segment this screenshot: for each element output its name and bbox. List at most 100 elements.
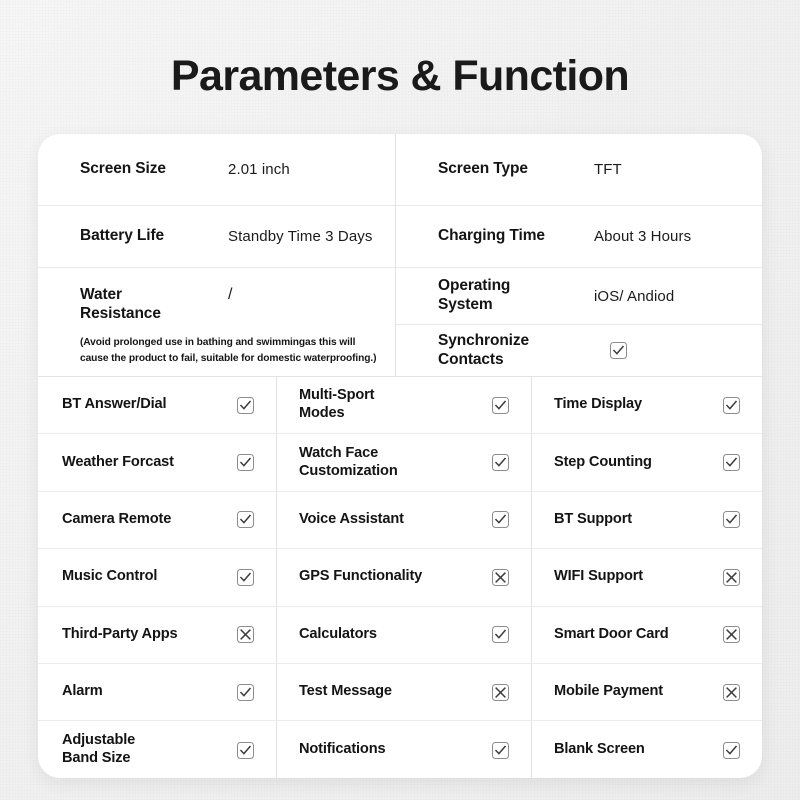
spec-card: Screen Size 2.01 inch Battery Life Stand… — [38, 134, 762, 778]
feature-label: Mobile Payment — [554, 683, 663, 700]
spec-label-screen-size: Screen Size — [80, 160, 166, 178]
feature-cell[interactable]: Adjustable Band Size — [38, 721, 277, 778]
spec-row-screen-size: Screen Size 2.01 inch — [38, 134, 395, 206]
spec-row-battery-life: Battery Life Standby Time 3 Days — [38, 206, 395, 268]
feature-row: Camera Remote Voice Assistant BT Support — [38, 491, 762, 550]
spec-value-screen-type: TFT — [594, 161, 622, 178]
page-title: Parameters & Function — [170, 52, 630, 100]
feature-cell[interactable]: Alarm — [38, 663, 277, 721]
spec-row-water-resistance: Water Resistance / (Avoid prolonged use … — [38, 268, 395, 376]
check-icon[interactable] — [237, 511, 254, 529]
spec-value-charging-time: About 3 Hours — [594, 228, 692, 245]
feature-label: Third-Party Apps — [62, 625, 178, 642]
feature-label: Alarm — [62, 683, 103, 700]
feature-label: BT Answer/Dial — [62, 396, 167, 413]
check-icon[interactable] — [237, 396, 254, 414]
feature-label: Test Message — [299, 683, 392, 700]
water-resistance-main: Water Resistance / — [80, 286, 395, 324]
check-icon[interactable] — [492, 511, 509, 529]
feature-cell[interactable]: Weather Forcast — [38, 434, 277, 491]
feature-cell[interactable]: Music Control — [38, 549, 277, 606]
spec-label-operating-system: Operating System — [438, 277, 511, 313]
feature-cell[interactable]: Mobile Payment — [532, 664, 762, 720]
feature-label: Watch Face Customization — [299, 444, 398, 479]
check-icon[interactable] — [723, 741, 740, 759]
feature-cell[interactable]: WIFI Support — [532, 549, 762, 605]
cross-icon[interactable] — [492, 568, 509, 586]
spec-label-charging-time: Charging Time — [438, 227, 545, 245]
cross-icon[interactable] — [723, 626, 740, 644]
spec-label-synchronize-contacts: Synchronize Contacts — [438, 331, 530, 368]
cross-icon[interactable] — [723, 683, 740, 701]
feature-row: Third-Party Apps Calculators Smart Door Ca… — [38, 606, 762, 664]
feature-grid: BT Answer/Dial Multi-Sport Modes Time Disp… — [38, 376, 762, 778]
feature-cell[interactable]: Voice Assistant — [277, 491, 532, 549]
check-icon[interactable] — [492, 396, 509, 414]
spec-value-water-resistance: / — [228, 286, 233, 303]
spec-row-charging-time: Charging Time About 3 Hours — [396, 206, 762, 268]
check-icon[interactable] — [723, 511, 740, 529]
feature-cell[interactable]: BT Support — [532, 492, 762, 548]
spec-row-synchronize-contacts: Synchronize Contacts — [396, 325, 762, 376]
feature-cell[interactable]: Notifications — [277, 721, 532, 778]
page-root: Parameters & Function Screen Size 2.01 i… — [0, 0, 800, 800]
feature-label: GPS Functionality — [299, 568, 423, 585]
check-icon[interactable] — [237, 741, 254, 759]
feature-row: Adjustable Band Size Notifications Blank S… — [38, 721, 762, 778]
feature-cell[interactable]: Step Counting — [532, 434, 762, 490]
check-icon[interactable] — [492, 741, 509, 759]
feature-row: BT Answer/Dial Multi-Sport Modes Time Disp… — [38, 377, 762, 435]
feature-cell[interactable]: Calculators — [277, 606, 532, 663]
feature-label: Voice Assistant — [299, 511, 404, 528]
feature-label: Music Control — [62, 568, 158, 585]
feature-cell[interactable]: GPS Functionality — [277, 549, 532, 606]
feature-label: Multi-Sport Modes — [299, 387, 375, 422]
cross-icon[interactable] — [492, 683, 509, 701]
specs-left-column: Screen Size 2.01 inch Battery Life Stand… — [38, 134, 396, 376]
specs-right-column: Screen Type TFT Charging Time About 3 Ho… — [396, 134, 762, 376]
check-icon[interactable] — [723, 454, 740, 472]
cross-icon[interactable] — [723, 568, 740, 586]
check-icon[interactable] — [492, 626, 509, 644]
feature-row: Alarm Test Message Mobile Payment — [38, 663, 762, 722]
feature-cell[interactable]: Smart Door Card — [532, 607, 762, 663]
check-icon[interactable] — [237, 454, 254, 472]
water-resistance-note: (Avoid prolonged use in bathing and swim… — [80, 336, 377, 364]
feature-label: WIFI Support — [554, 568, 643, 585]
check-icon[interactable] — [237, 683, 254, 701]
feature-cell[interactable]: Camera Remote — [38, 491, 277, 549]
feature-label: Blank Screen — [554, 741, 645, 758]
spec-value-synchronize-contacts — [566, 342, 762, 359]
feature-cell[interactable]: Multi-Sport Modes — [277, 377, 532, 434]
spec-value-operating-system: iOS/ Andiod — [594, 287, 675, 305]
feature-cell[interactable]: Test Message — [277, 663, 532, 721]
feature-row: Music Control GPS Functionality WIFI Suppo… — [38, 549, 762, 607]
spec-value-battery-life: Standby Time 3 Days — [228, 228, 373, 245]
spec-label-screen-type: Screen Type — [438, 160, 528, 178]
check-icon[interactable] — [723, 396, 740, 414]
feature-label: Calculators — [299, 625, 377, 642]
feature-label: Step Counting — [554, 453, 652, 470]
feature-label: Notifications — [299, 741, 386, 758]
feature-cell[interactable]: Third-Party Apps — [38, 606, 277, 663]
spec-row-screen-type: Screen Type TFT — [396, 134, 762, 206]
feature-cell[interactable]: Time Display — [532, 377, 762, 433]
cross-icon[interactable] — [237, 626, 254, 644]
feature-label: Adjustable Band Size — [62, 732, 136, 767]
feature-label: Time Display — [554, 396, 642, 413]
specifications-section: Screen Size 2.01 inch Battery Life Stand… — [38, 134, 762, 376]
check-icon[interactable] — [610, 342, 627, 359]
spec-label-battery-life: Battery Life — [80, 227, 165, 245]
feature-label: Weather Forcast — [62, 453, 174, 470]
feature-row: Weather Forcast Watch Face Customization S… — [38, 434, 762, 492]
check-icon[interactable] — [492, 454, 509, 472]
spec-row-operating-system: Operating System iOS/ Andiod — [396, 268, 762, 325]
feature-label: Smart Door Card — [554, 625, 669, 642]
feature-cell[interactable]: BT Answer/Dial — [38, 377, 277, 434]
spec-label-water-resistance: Water Resistance — [80, 286, 161, 322]
spec-value-screen-size: 2.01 inch — [228, 161, 290, 178]
feature-label: BT Support — [554, 511, 632, 528]
check-icon[interactable] — [237, 568, 254, 586]
feature-cell[interactable]: Watch Face Customization — [277, 434, 532, 491]
feature-cell[interactable]: Blank Screen — [532, 721, 762, 778]
